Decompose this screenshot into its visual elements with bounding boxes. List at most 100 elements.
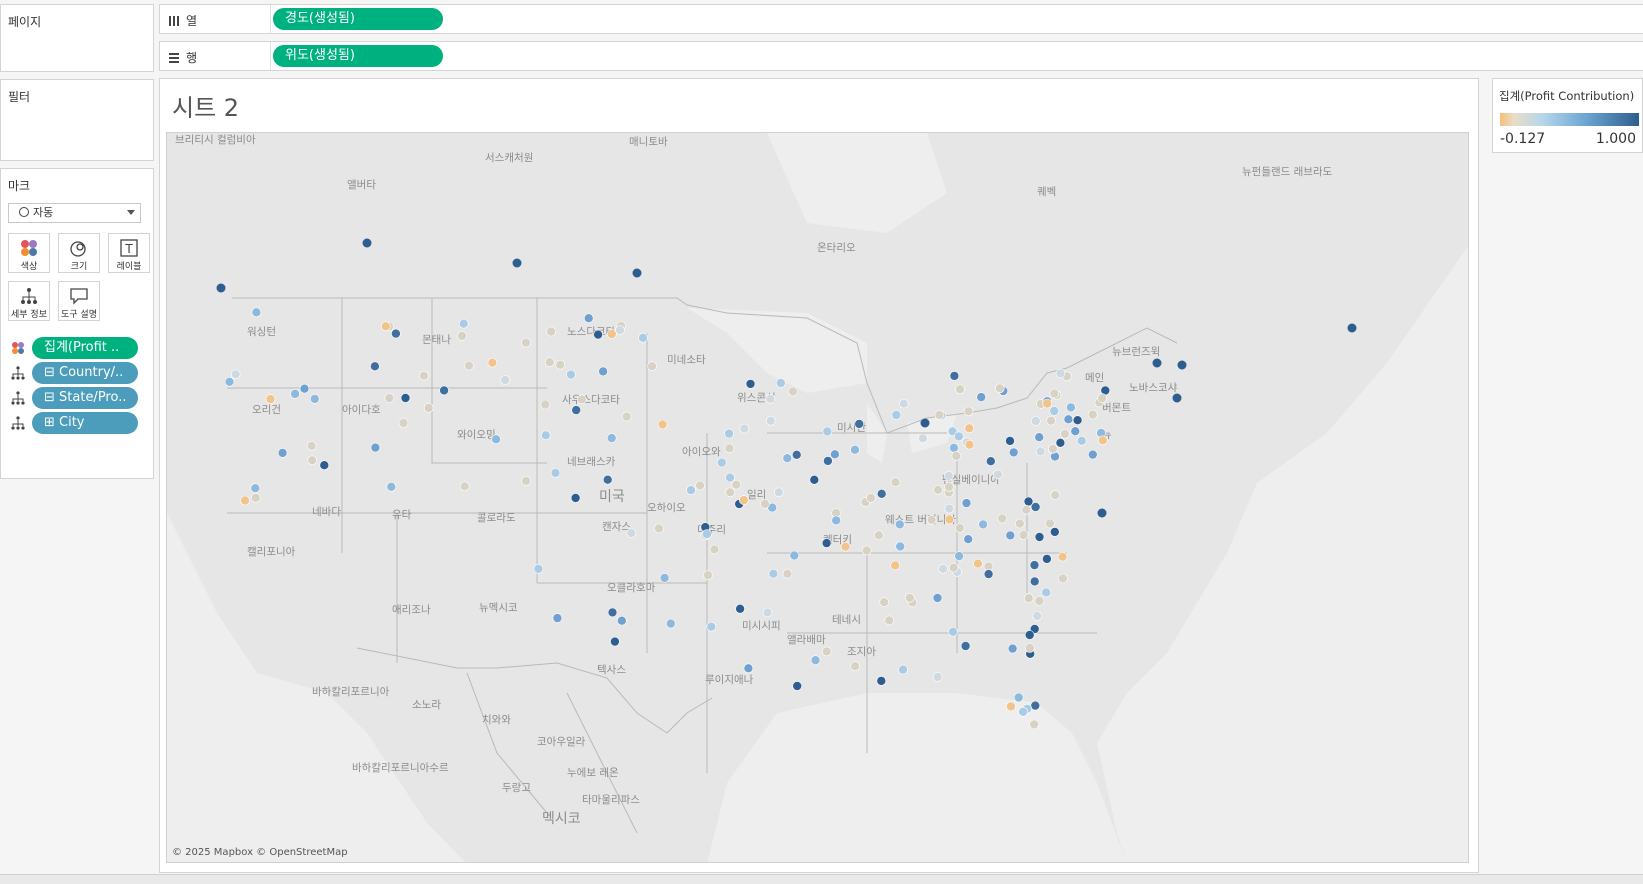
city-dot[interactable]: [1034, 596, 1045, 606]
city-dot[interactable]: [725, 472, 735, 483]
city-dot[interactable]: [571, 405, 582, 415]
city-dot[interactable]: [760, 499, 770, 509]
city-dot[interactable]: [944, 471, 954, 481]
city-dot[interactable]: [782, 568, 793, 579]
city-dot[interactable]: [1177, 360, 1187, 370]
city-dot[interactable]: [955, 384, 965, 395]
city-dot[interactable]: [544, 357, 555, 367]
city-dot[interactable]: [1024, 643, 1035, 653]
city-dot[interactable]: [782, 453, 793, 464]
city-dot[interactable]: [1097, 393, 1108, 403]
city-dot[interactable]: [1055, 437, 1066, 448]
city-dot[interactable]: [319, 460, 330, 471]
city-dot[interactable]: [1007, 643, 1018, 654]
city-dot[interactable]: [464, 360, 474, 371]
city-dot[interactable]: [1029, 560, 1040, 570]
tooltip-card[interactable]: 도구 설명: [58, 281, 100, 321]
city-dot[interactable]: [310, 394, 320, 404]
country-pill[interactable]: ⊟ Country/..: [32, 362, 138, 384]
city-dot[interactable]: [1041, 587, 1052, 598]
city-dot[interactable]: [566, 369, 576, 380]
city-dot[interactable]: [765, 393, 776, 404]
city-dot[interactable]: [654, 523, 664, 534]
city-dot[interactable]: [1023, 593, 1034, 604]
city-dot[interactable]: [1066, 402, 1076, 413]
city-dot[interactable]: [879, 597, 890, 608]
city-dot[interactable]: [944, 514, 955, 525]
city-dot[interactable]: [904, 592, 915, 603]
city-dot[interactable]: [546, 326, 556, 337]
city-dot[interactable]: [1046, 415, 1056, 426]
city-dot[interactable]: [552, 613, 563, 623]
city-dot[interactable]: [976, 392, 987, 402]
city-dot[interactable]: [1032, 611, 1043, 621]
city-dot[interactable]: [960, 641, 971, 651]
city-dot[interactable]: [277, 448, 288, 458]
city-dot[interactable]: [459, 481, 470, 492]
city-dot[interactable]: [926, 514, 937, 525]
city-dot[interactable]: [1048, 443, 1058, 454]
size-card[interactable]: 크기: [58, 233, 100, 273]
city-dot[interactable]: [706, 621, 717, 632]
city-dot[interactable]: [659, 573, 670, 583]
label-card[interactable]: T 레이블: [108, 233, 150, 273]
city-dot[interactable]: [1023, 496, 1034, 507]
city-dot[interactable]: [944, 503, 955, 514]
city-dot[interactable]: [251, 307, 262, 318]
city-dot[interactable]: [762, 607, 773, 618]
city-dot[interactable]: [949, 442, 959, 453]
city-dot[interactable]: [250, 493, 261, 503]
city-dot[interactable]: [370, 361, 380, 372]
city-dot[interactable]: [1063, 414, 1074, 425]
city-dot[interactable]: [1042, 398, 1053, 409]
city-dot[interactable]: [632, 268, 642, 278]
city-dot[interactable]: [894, 519, 905, 530]
city-dot[interactable]: [973, 558, 983, 569]
map-canvas[interactable]: 브리티시 컬럼비아서스캐처원 매니토바앨버타온타리오 퀘벡 뉴펀들랜드 래브라도워싱턴…: [167, 133, 1469, 863]
city-dot[interactable]: [265, 394, 276, 404]
columns-shelf[interactable]: 열 경도(생성됨): [159, 4, 1643, 34]
city-dot[interactable]: [953, 431, 964, 442]
city-dot[interactable]: [1172, 393, 1182, 403]
color-card[interactable]: 색상: [8, 233, 50, 273]
city-dot[interactable]: [647, 361, 657, 371]
city-dot[interactable]: [1042, 554, 1052, 564]
city-dot[interactable]: [873, 530, 884, 541]
city-dot[interactable]: [830, 449, 840, 460]
city-dot[interactable]: [725, 487, 736, 498]
city-dot[interactable]: [487, 357, 498, 368]
city-dot[interactable]: [954, 551, 964, 561]
city-dot[interactable]: [890, 477, 901, 488]
city-dot[interactable]: [978, 519, 988, 530]
city-dot[interactable]: [993, 469, 1003, 480]
city-dot[interactable]: [1049, 388, 1060, 399]
city-dot[interactable]: [918, 433, 928, 444]
city-dot[interactable]: [948, 626, 958, 637]
city-dot[interactable]: [963, 534, 974, 545]
city-dot[interactable]: [370, 442, 381, 453]
city-dot[interactable]: [891, 410, 902, 420]
city-dot[interactable]: [1008, 447, 1019, 458]
city-dot[interactable]: [576, 394, 587, 405]
city-dot[interactable]: [954, 523, 965, 533]
city-dot[interactable]: [866, 493, 876, 503]
city-dot[interactable]: [1018, 530, 1029, 540]
city-dot[interactable]: [983, 569, 994, 579]
city-dot[interactable]: [920, 418, 930, 428]
city-dot[interactable]: [964, 423, 975, 434]
city-dot[interactable]: [240, 495, 250, 506]
city-dot[interactable]: [540, 430, 551, 441]
city-dot[interactable]: [731, 479, 742, 490]
rows-shelf[interactable]: 행 위도(생성됨): [159, 41, 1643, 71]
city-pill[interactable]: ⊞ City: [32, 412, 138, 434]
city-dot[interactable]: [895, 541, 906, 552]
city-dot[interactable]: [1014, 518, 1025, 529]
city-dot[interactable]: [362, 238, 372, 248]
city-dot[interactable]: [512, 258, 522, 268]
city-dot[interactable]: [768, 568, 779, 579]
city-dot[interactable]: [1029, 719, 1039, 730]
city-dot[interactable]: [854, 419, 865, 429]
city-dot[interactable]: [583, 313, 594, 323]
city-dot[interactable]: [1035, 446, 1046, 457]
city-dot[interactable]: [1030, 700, 1041, 711]
